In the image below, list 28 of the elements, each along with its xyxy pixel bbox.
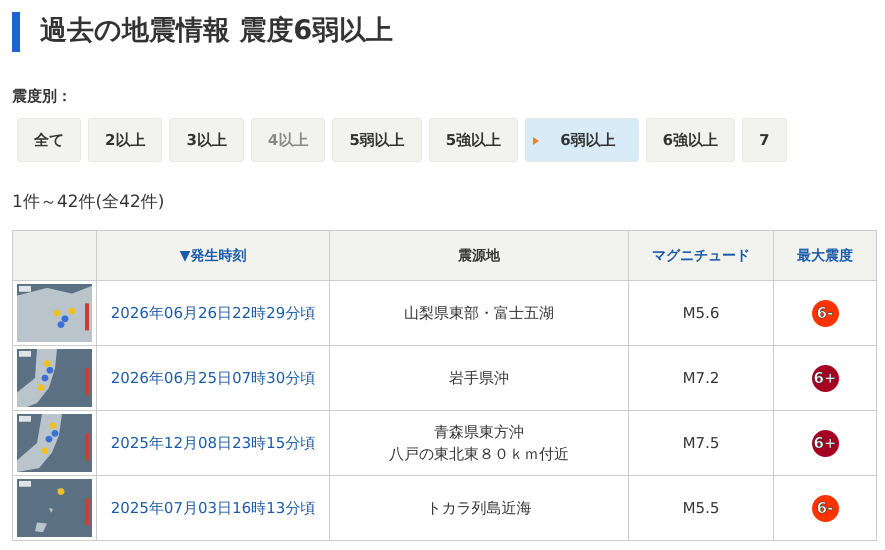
magnitude-text: M5.5 xyxy=(682,499,720,517)
page-title: 過去の地震情報 震度6弱以上 xyxy=(12,12,876,52)
intensity-badge: 6+ xyxy=(812,364,838,392)
epicenter-text: 八戸の東北東８０ｋｍ付近 xyxy=(389,444,569,464)
filter-tab[interactable]: 2以上 xyxy=(88,118,162,162)
filter-tab[interactable]: 5強以上 xyxy=(428,118,518,162)
epicenter-text: 岩手県沖 xyxy=(449,368,509,388)
filter-tab[interactable]: 7 xyxy=(742,118,786,162)
filter-tab[interactable]: 6強以上 xyxy=(646,118,736,162)
magnitude-text: M7.5 xyxy=(682,434,720,452)
intensity-badge: 6- xyxy=(812,494,838,522)
filter-label: 震度別： xyxy=(12,86,73,106)
intensity-badge: 6+ xyxy=(812,430,838,456)
magnitude-text: M7.2 xyxy=(682,369,720,387)
column-header: 震源地 xyxy=(458,248,500,264)
magnitude-text: M5.6 xyxy=(682,304,720,322)
filter-tab[interactable]: 5弱以上 xyxy=(332,118,422,162)
filter-tab[interactable]: 3以上 xyxy=(169,118,244,162)
epicenter-text: 山梨県東部・富士五湖 xyxy=(404,304,554,322)
intensity-badge: 6- xyxy=(812,300,838,326)
filter-tab[interactable]: 全て xyxy=(17,118,81,162)
column-header-link[interactable]: 最大震度 xyxy=(797,248,853,264)
result-count: 1件～42件(全42件) xyxy=(12,191,166,214)
epicenter-text: トカラ列島近海 xyxy=(426,498,532,518)
epicenter-text: 青森県東方沖 xyxy=(434,422,524,442)
filter-tab[interactable]: 6弱以上 xyxy=(525,118,639,162)
triangle-icon xyxy=(533,137,540,145)
column-header-link[interactable]: ▼発生時刻 xyxy=(180,248,246,264)
